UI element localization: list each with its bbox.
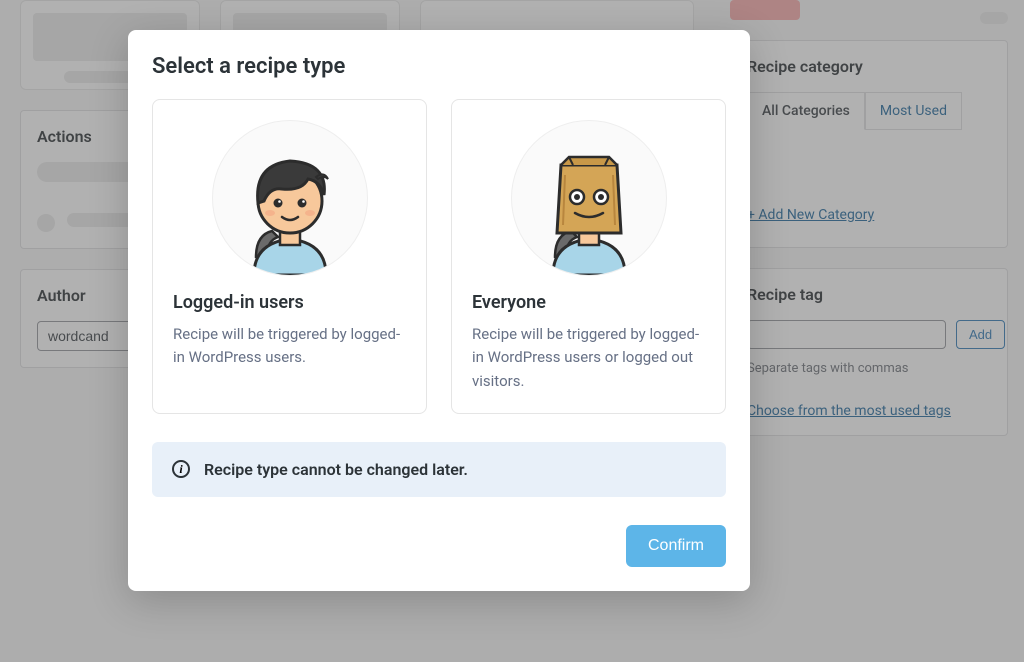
modal-title: Select a recipe type — [152, 54, 726, 79]
everyone-avatar — [511, 120, 667, 276]
info-box: i Recipe type cannot be changed later. — [152, 442, 726, 497]
option-description: Recipe will be triggered by logged-in Wo… — [472, 323, 705, 393]
logged-in-avatar — [212, 120, 368, 276]
option-description: Recipe will be triggered by logged-in Wo… — [173, 323, 406, 370]
option-title: Everyone — [472, 292, 705, 313]
option-everyone[interactable]: Everyone Recipe will be triggered by log… — [451, 99, 726, 414]
recipe-type-modal: Select a recipe type — [128, 30, 750, 591]
option-title: Logged-in users — [173, 292, 406, 313]
info-icon: i — [172, 460, 190, 478]
option-logged-in-users[interactable]: Logged-in users Recipe will be triggered… — [152, 99, 427, 414]
confirm-button[interactable]: Confirm — [626, 525, 726, 567]
info-text: Recipe type cannot be changed later. — [204, 460, 468, 479]
